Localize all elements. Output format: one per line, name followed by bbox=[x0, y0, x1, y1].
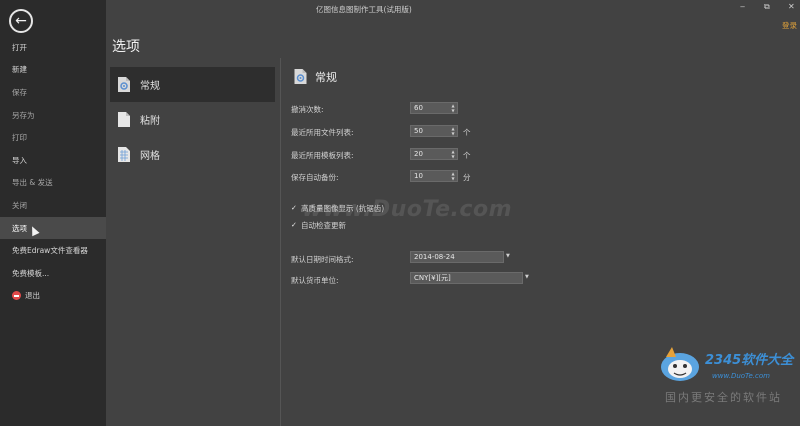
menu-item-label: 打印 bbox=[12, 133, 27, 143]
menu-item-label: 退出 bbox=[25, 291, 40, 301]
watermark-slogan: 国内更安全的软件站 bbox=[665, 391, 782, 404]
options-categories: 常规 粘附 网格 bbox=[110, 67, 275, 172]
settings-doc-icon bbox=[294, 69, 307, 84]
checkmark-icon: ✓ bbox=[291, 221, 297, 229]
menu-item-free-templates[interactable]: 免费模板... bbox=[0, 262, 106, 285]
menu-item-options[interactable]: 选项 bbox=[0, 216, 106, 240]
category-label: 网格 bbox=[140, 151, 160, 162]
category-grid[interactable]: 网格 bbox=[110, 137, 275, 172]
chevron-down-icon[interactable]: ▼ bbox=[525, 274, 529, 280]
restore-icon[interactable]: ⧉ bbox=[764, 2, 770, 12]
menu-item-close[interactable]: 关闭 bbox=[0, 194, 106, 217]
category-snap[interactable]: 粘附 bbox=[110, 102, 275, 137]
document-icon bbox=[118, 112, 130, 127]
recent-templates-value: 20 bbox=[414, 150, 423, 158]
menu-item-save-as[interactable]: 另存为 bbox=[0, 104, 106, 127]
menu-item-exit[interactable]: 退出 bbox=[0, 285, 106, 308]
menu-item-free-viewer[interactable]: 免费Edraw文件查看器 bbox=[0, 239, 106, 262]
recent-files-stepper[interactable]: 50 ▲ ▼ bbox=[410, 125, 458, 137]
currency-label: 默认货币单位: bbox=[291, 276, 339, 285]
menu-item-label: 免费Edraw文件查看器 bbox=[12, 246, 88, 256]
recent-templates-unit: 个 bbox=[463, 151, 471, 160]
menu-item-print[interactable]: 打印 bbox=[0, 126, 106, 149]
spin-arrows-icon[interactable]: ▲ ▼ bbox=[450, 126, 456, 136]
autosave-unit: 分 bbox=[463, 173, 471, 182]
category-label: 粘附 bbox=[140, 116, 160, 127]
date-format-select[interactable]: 2014-08-24 bbox=[410, 251, 504, 263]
exit-icon bbox=[12, 291, 21, 301]
category-general[interactable]: 常规 bbox=[110, 67, 275, 102]
undo-value: 60 bbox=[414, 104, 423, 112]
title-bar: 亿图信息图制作工具(试用版) ‒ ⧉ ✕ bbox=[106, 0, 800, 18]
autosave-stepper[interactable]: 10 ▲ ▼ bbox=[410, 170, 458, 182]
menu-item-label: 保存 bbox=[12, 87, 27, 97]
menu-item-label: 导入 bbox=[12, 155, 27, 165]
minimize-icon[interactable]: ‒ bbox=[740, 2, 745, 11]
watermark-text: www.DuoTe.com bbox=[302, 197, 512, 222]
settings-doc-icon bbox=[118, 77, 130, 92]
back-arrow-icon[interactable]: ← bbox=[9, 9, 33, 33]
panel-title: 常规 bbox=[315, 70, 337, 84]
autosave-value: 10 bbox=[414, 172, 423, 180]
checkmark-icon: ✓ bbox=[291, 204, 297, 212]
recent-templates-stepper[interactable]: 20 ▲ ▼ bbox=[410, 148, 458, 160]
menu-item-label: 关闭 bbox=[12, 200, 27, 210]
backstage-sidebar: ← 打开 新建 保存 另存为 打印 导入 导出 & 发送 关闭 选项 免费Edr… bbox=[0, 0, 106, 426]
recent-files-unit: 个 bbox=[463, 128, 471, 137]
general-panel-header: 常规 bbox=[293, 68, 337, 85]
spin-arrows-icon[interactable]: ▲ ▼ bbox=[450, 171, 456, 181]
category-label: 常规 bbox=[140, 81, 160, 92]
currency-select[interactable]: CNY[¥][元] bbox=[410, 272, 523, 284]
menu-item-save[interactable]: 保存 bbox=[0, 81, 106, 104]
menu-item-import[interactable]: 导入 bbox=[0, 149, 106, 172]
page-title: 选项 bbox=[112, 39, 140, 55]
panel-divider bbox=[280, 58, 281, 426]
menu-item-open[interactable]: 打开 bbox=[0, 36, 106, 59]
menu-item-label: 选项 bbox=[12, 223, 27, 233]
login-link[interactable]: 登录 bbox=[782, 20, 797, 31]
menu-item-label: 打开 bbox=[12, 42, 27, 52]
menu-item-new[interactable]: 新建 bbox=[0, 59, 106, 82]
menu-item-label: 新建 bbox=[12, 65, 27, 75]
close-icon[interactable]: ✕ bbox=[788, 2, 795, 11]
spin-arrows-icon[interactable]: ▲ ▼ bbox=[450, 103, 456, 113]
undo-label: 撤消次数: bbox=[291, 105, 324, 114]
currency-value: CNY[¥][元] bbox=[414, 274, 451, 282]
recent-files-value: 50 bbox=[414, 127, 423, 135]
date-format-value: 2014-08-24 bbox=[414, 253, 455, 261]
menu-item-label: 免费模板... bbox=[12, 268, 50, 278]
backstage-menu: 打开 新建 保存 另存为 打印 导入 导出 & 发送 关闭 选项 免费Edraw… bbox=[0, 36, 106, 307]
watermark-logo-icon bbox=[661, 347, 699, 381]
recent-templates-label: 最近所用模板列表: bbox=[291, 151, 354, 160]
chevron-down-icon[interactable]: ▼ bbox=[506, 253, 510, 259]
recent-files-label: 最近所用文件列表: bbox=[291, 128, 354, 137]
undo-stepper[interactable]: 60 ▲ ▼ bbox=[410, 102, 458, 114]
watermark-url: www.DuoTe.com bbox=[712, 372, 770, 380]
date-format-label: 默认日期时间格式: bbox=[291, 255, 354, 264]
grid-doc-icon bbox=[118, 147, 130, 162]
menu-item-label: 另存为 bbox=[12, 110, 35, 120]
window-title: 亿图信息图制作工具(试用版) bbox=[316, 5, 412, 14]
watermark-site-name: 2345软件大全 bbox=[705, 353, 794, 368]
menu-item-label: 导出 & 发送 bbox=[12, 178, 53, 188]
menu-item-export-send[interactable]: 导出 & 发送 bbox=[0, 172, 106, 195]
spin-arrows-icon[interactable]: ▲ ▼ bbox=[450, 149, 456, 159]
autosave-label: 保存自动备份: bbox=[291, 173, 339, 182]
